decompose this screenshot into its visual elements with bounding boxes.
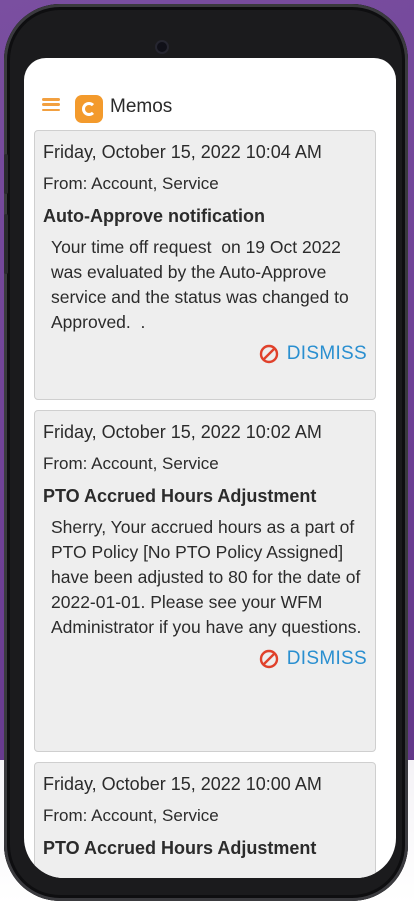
dismiss-button[interactable]: DISMISS (43, 648, 367, 670)
memo-subject: PTO Accrued Hours Adjustment (43, 486, 317, 506)
memo-from: From: Account, Service (43, 806, 219, 825)
memo-subject: PTO Accrued Hours Adjustment (43, 838, 317, 858)
front-camera (157, 42, 167, 52)
memo-subject: Auto-Approve notification (43, 206, 265, 226)
memo-from: From: Account, Service (43, 174, 219, 193)
no-entry-icon (259, 649, 279, 669)
memo-card: Friday, October 15, 2022 10:02 AM From: … (34, 410, 376, 752)
memo-card: Friday, October 15, 2022 10:04 AM From: … (34, 130, 376, 400)
hamburger-icon[interactable] (42, 98, 60, 111)
phone-frame: Memos Friday, October 15, 2022 10:04 AM … (4, 4, 408, 901)
memo-date: Friday, October 15, 2022 10:04 AM (43, 142, 322, 162)
memo-body: Your time off request on 19 Oct 2022 was… (51, 237, 353, 332)
memo-body: Sherry, Your accrued hours as a part of … (51, 517, 366, 637)
app-screen: Memos Friday, October 15, 2022 10:04 AM … (24, 58, 396, 878)
memo-date: Friday, October 15, 2022 10:02 AM (43, 422, 322, 442)
memo-date: Friday, October 15, 2022 10:00 AM (43, 774, 322, 794)
memo-card: Friday, October 15, 2022 10:00 AM From: … (34, 762, 376, 878)
phone-side-button (4, 214, 8, 274)
no-entry-icon (259, 344, 279, 364)
dismiss-label: DISMISS (286, 343, 367, 364)
memo-from: From: Account, Service (43, 454, 219, 473)
c-logo-icon (75, 95, 103, 123)
phone-side-button (4, 154, 8, 194)
dismiss-label: DISMISS (286, 648, 367, 669)
page-title: Memos (110, 96, 173, 117)
dismiss-button[interactable]: DISMISS (43, 343, 367, 365)
